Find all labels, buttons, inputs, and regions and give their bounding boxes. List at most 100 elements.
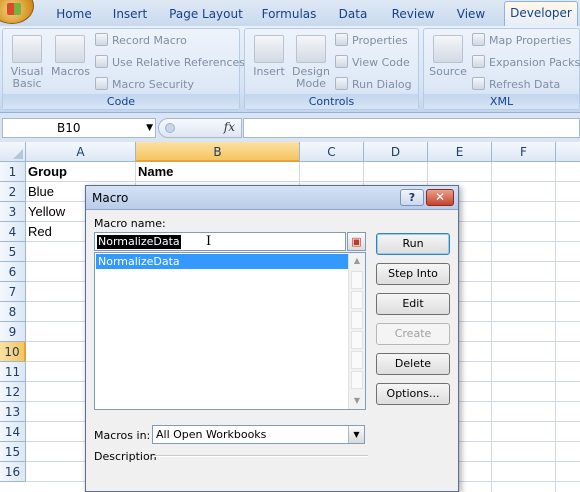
tab-view[interactable]: View [450,4,492,26]
formula-controls: fx [158,118,242,138]
office-button[interactable] [0,0,34,24]
row-header-11[interactable]: 11 [0,362,26,382]
use-relative-references-label: Use Relative References [112,56,246,69]
chevron-down-icon[interactable]: ▼ [348,426,364,443]
scroll-track [351,371,363,389]
scroll-track [351,351,363,369]
record-macro-label: Record Macro [112,34,187,47]
expansion-packs-label: Expansion Packs [489,56,580,69]
toolbox-icon [254,35,284,63]
name-box-value: B10 [57,121,81,135]
row-header-12[interactable]: 12 [0,382,26,402]
tab-formulas[interactable]: Formulas [258,4,320,26]
code-group-label: Code [3,94,239,109]
map-properties-button[interactable]: Map Properties [472,32,571,50]
row-header-15[interactable]: 15 [0,442,26,462]
row-header-14[interactable]: 14 [0,422,26,442]
tab-page-layout[interactable]: Page Layout [166,4,246,26]
column-header-c[interactable]: C [300,142,364,162]
row-header-13[interactable]: 13 [0,402,26,422]
properties-icon [335,33,348,46]
row-header-5[interactable]: 5 [0,242,26,262]
tab-review[interactable]: Review [386,4,440,26]
cell-b1[interactable]: Name [136,162,300,182]
xml-group-label: XML [424,94,579,109]
scroll-down-icon[interactable]: ▼ [349,393,365,409]
expansion-packs-icon [472,55,485,68]
formula-bar: B10 ▼ fx [0,114,580,142]
macro-name-input[interactable]: NormalizeData I [94,232,346,251]
record-macro-icon [95,33,108,46]
record-macro-button[interactable]: Record Macro [95,32,187,50]
help-button[interactable]: ? [400,189,424,206]
step-into-button[interactable]: Step Into [376,263,450,285]
tab-developer[interactable]: Developer [504,1,578,26]
options-button[interactable]: Options... [376,383,450,405]
macro-security-button[interactable]: Macro Security [95,76,194,94]
use-relative-references-button[interactable]: Use Relative References [95,54,245,72]
macro-security-label: Macro Security [112,78,194,91]
insert-control-button[interactable]: Insert [249,35,289,78]
expansion-packs-button[interactable]: Expansion Packs [472,54,580,72]
macro-dialog: Macro ? ✕ Macro name: NormalizeData I ▣ … [85,185,459,492]
close-button[interactable]: ✕ [426,189,454,206]
scroll-track [351,311,363,329]
code-group: Visual Basic Macros Record Macro Use Rel… [2,28,245,110]
name-box-dropdown-icon[interactable]: ▼ [146,119,153,137]
tab-insert[interactable]: Insert [106,4,154,26]
column-header-f[interactable]: F [492,142,556,162]
office-logo-icon [7,3,21,15]
column-header-a[interactable]: A [26,142,136,162]
xml-source-icon [433,35,463,63]
macro-name-value: NormalizeData [97,235,181,249]
select-all-corner[interactable] [0,142,26,162]
run-button[interactable]: Run [376,233,450,255]
source-button[interactable]: Source [428,35,468,78]
design-mode-button[interactable]: Design Mode [291,35,331,90]
name-box[interactable]: B10 ▼ [2,118,156,138]
tab-home[interactable]: Home [50,4,98,26]
tab-data[interactable]: Data [333,4,373,26]
macros-icon [55,35,85,63]
row-header-6[interactable]: 6 [0,262,26,282]
collapse-dialog-button[interactable]: ▣ [347,232,366,251]
macro-list-scrollbar[interactable]: ▲ ▼ [348,253,365,409]
formula-input[interactable] [243,118,580,138]
column-header-d[interactable]: D [364,142,428,162]
row-header-1[interactable]: 1 [0,162,26,182]
resize-handle-icon[interactable] [165,123,175,133]
create-button[interactable]: Create [376,323,450,345]
row-header-7[interactable]: 7 [0,282,26,302]
macros-button[interactable]: Macros [51,35,90,78]
view-code-icon [335,55,348,68]
macros-in-select[interactable]: All Open Workbooks ▼ [152,425,365,444]
run-dialog-button[interactable]: Run Dialog [335,76,412,94]
row-header-2[interactable]: 2 [0,182,26,202]
view-code-button[interactable]: View Code [335,54,410,72]
row-header-9[interactable]: 9 [0,322,26,342]
properties-label: Properties [352,34,408,47]
row-header-16[interactable]: 16 [0,462,26,482]
edit-button[interactable]: Edit [376,293,450,315]
row-header-10[interactable]: 10 [0,342,26,362]
macros-in-value: All Open Workbooks [156,428,267,441]
refresh-data-button[interactable]: Refresh Data [472,76,560,94]
cell-a1[interactable]: Group [26,162,136,182]
controls-group: Insert Design Mode Properties View Code … [244,28,419,110]
row-header-3[interactable]: 3 [0,202,26,222]
scroll-track [351,271,363,289]
macro-list[interactable]: NormalizeData ▲ ▼ [94,252,366,410]
macro-list-item[interactable]: NormalizeData [96,254,349,269]
row-header-4[interactable]: 4 [0,222,26,242]
visual-basic-label: Visual Basic [10,65,44,90]
properties-button[interactable]: Properties [335,32,408,50]
insert-function-button[interactable]: fx [224,120,235,134]
description-separator [152,455,368,457]
row-header-8[interactable]: 8 [0,302,26,322]
column-header-g[interactable] [556,142,580,162]
visual-basic-button[interactable]: Visual Basic [7,35,47,90]
column-header-b[interactable]: B [136,142,300,162]
scroll-up-icon[interactable]: ▲ [349,253,365,269]
column-header-e[interactable]: E [428,142,492,162]
delete-button[interactable]: Delete [376,353,450,375]
